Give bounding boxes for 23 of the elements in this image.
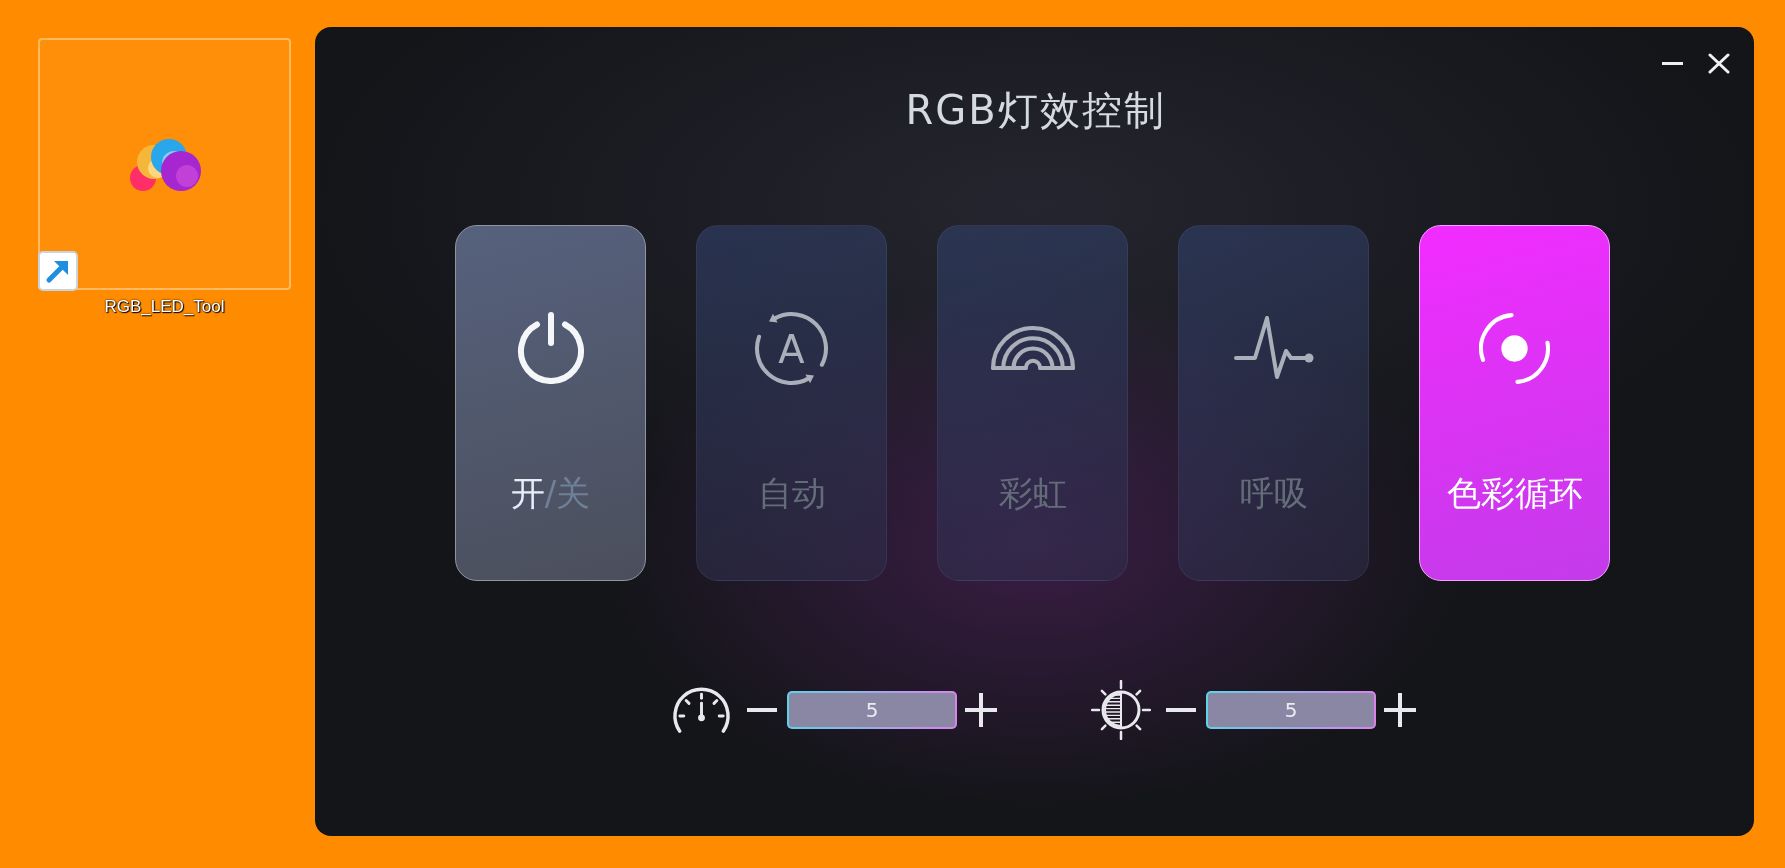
brightness-field[interactable]: 5 — [1206, 691, 1376, 729]
auto-mode-button[interactable]: A 自动 — [696, 225, 887, 581]
pulse-icon — [1233, 316, 1314, 380]
speedometer-icon — [671, 686, 732, 734]
color-cycle-mode-button[interactable]: 色彩循环 — [1419, 225, 1610, 581]
rainbow-mode-button[interactable]: 彩虹 — [937, 225, 1128, 581]
minus-icon — [1166, 708, 1196, 712]
close-icon — [1708, 52, 1730, 74]
cloud-logo-icon — [128, 137, 201, 191]
minus-icon — [747, 708, 777, 712]
close-button[interactable] — [1708, 52, 1730, 74]
brightness-icon — [1091, 680, 1151, 740]
speed-field[interactable]: 5 — [787, 691, 957, 729]
breathing-mode-button[interactable]: 呼吸 — [1178, 225, 1369, 581]
increase-button[interactable] — [1384, 693, 1416, 727]
plus-icon — [1384, 693, 1416, 727]
ring-dot-icon — [1479, 312, 1550, 384]
window-title: RGB灯效控制 — [904, 86, 1166, 135]
increase-button[interactable] — [965, 693, 997, 727]
plus-icon — [965, 693, 997, 727]
rainbow-icon — [990, 325, 1075, 371]
desktop-icon-label[interactable]: RGB_LED_Tool — [104, 297, 225, 317]
minimize-icon — [1661, 61, 1683, 65]
